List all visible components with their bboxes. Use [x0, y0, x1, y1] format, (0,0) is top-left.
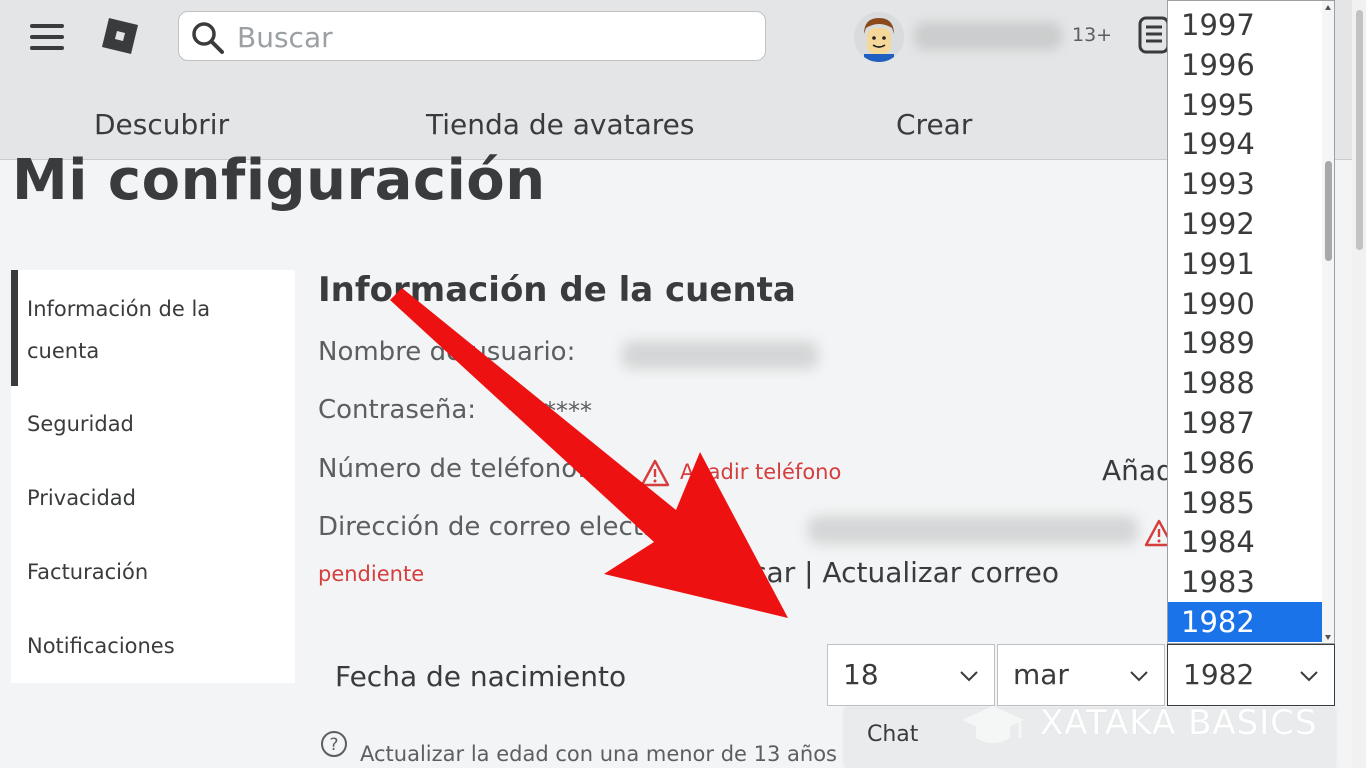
- settings-sidebar: Información de la cuenta Seguridad Priva…: [11, 270, 295, 683]
- section-title: Información de la cuenta: [318, 270, 796, 310]
- sidebar-item-account-info[interactable]: Información de la cuenta: [27, 288, 247, 372]
- year-option-1982[interactable]: 1982: [1168, 602, 1324, 642]
- help-icon[interactable]: ?: [320, 730, 348, 758]
- avatar[interactable]: [854, 12, 904, 62]
- avatar-image: [854, 12, 904, 62]
- search-box[interactable]: [178, 11, 766, 61]
- scroll-up-arrow-icon[interactable]: [1324, 4, 1332, 12]
- chevron-down-icon: [1130, 671, 1148, 682]
- birth-month-select[interactable]: mar: [997, 644, 1165, 706]
- phone-label: Número de teléfono:: [318, 454, 586, 484]
- year-option-1992[interactable]: 1992: [1168, 204, 1324, 244]
- add-phone-link[interactable]: Añadir teléfono: [680, 460, 841, 484]
- sidebar-item-billing[interactable]: Facturación: [27, 551, 148, 593]
- birth-year-select[interactable]: 1982: [1167, 644, 1335, 706]
- graduation-cap-icon: [962, 706, 1024, 743]
- active-indicator: [11, 270, 18, 386]
- password-label: Contraseña:: [318, 395, 477, 425]
- email-label: Dirección de correo electrónico:: [318, 512, 732, 542]
- year-option-1984[interactable]: 1984: [1168, 522, 1324, 562]
- tab-discover[interactable]: Descubrir: [94, 108, 229, 141]
- birth-month-value: mar: [1013, 658, 1069, 691]
- birth-day-select[interactable]: 18: [827, 644, 995, 706]
- warning-icon: [640, 459, 670, 487]
- year-option-1990[interactable]: 1990: [1168, 284, 1324, 324]
- birth-year-value: 1982: [1183, 658, 1255, 691]
- tab-create[interactable]: Crear: [896, 108, 972, 141]
- year-option-1994[interactable]: 1994: [1168, 124, 1324, 164]
- username-blurred: [914, 22, 1062, 50]
- sidebar-item-notifications[interactable]: Notificaciones: [27, 625, 175, 667]
- year-option-1986[interactable]: 1986: [1168, 443, 1324, 483]
- sidebar-item-privacy[interactable]: Privacidad: [27, 477, 136, 519]
- dropdown-scroll-thumb[interactable]: [1325, 161, 1332, 261]
- scroll-down-arrow-icon[interactable]: [1324, 633, 1332, 641]
- year-option-1995[interactable]: 1995: [1168, 85, 1324, 125]
- age-update-help-text: Actualizar la edad con una menor de 13 a…: [360, 742, 838, 766]
- chat-label: Chat: [867, 722, 919, 747]
- year-option-1987[interactable]: 1987: [1168, 403, 1324, 443]
- feed-icon[interactable]: [1138, 14, 1170, 56]
- year-option-1989[interactable]: 1989: [1168, 323, 1324, 363]
- age-badge: 13+: [1072, 24, 1113, 46]
- year-option-1985[interactable]: 1985: [1168, 483, 1324, 523]
- svg-text:?: ?: [329, 735, 338, 755]
- watermark-text: XATAKA BASICS: [1040, 703, 1318, 743]
- sidebar-item-security[interactable]: Seguridad: [27, 403, 134, 445]
- year-option-1993[interactable]: 1993: [1168, 164, 1324, 204]
- year-option-1988[interactable]: 1988: [1168, 363, 1324, 403]
- email-status-pending: pendiente: [318, 562, 425, 586]
- year-dropdown-list[interactable]: 1982 1983 1984 1985 1986 1987 1988 1989 1990 1991…: [1167, 0, 1335, 644]
- menu-icon[interactable]: [26, 20, 68, 54]
- roblox-logo[interactable]: [100, 16, 140, 56]
- birthdate-label: Fecha de nacimiento: [335, 660, 627, 693]
- window-scroll-thumb[interactable]: [1356, 10, 1363, 250]
- page-title: Mi configuración: [12, 148, 546, 213]
- year-option-1983[interactable]: 1983: [1168, 562, 1324, 602]
- tab-avatar-shop[interactable]: Tienda de avatares: [426, 108, 694, 141]
- top-header: 13+ Descubrir Tienda de avatares Crear: [0, 0, 1366, 160]
- window-scrollbar[interactable]: [1352, 0, 1366, 768]
- username-label: Nombre de usuario:: [318, 337, 576, 367]
- year-option-1991[interactable]: 1991: [1168, 244, 1324, 284]
- dropdown-scrollbar[interactable]: [1322, 1, 1334, 643]
- year-option-1997[interactable]: 1997: [1168, 5, 1324, 45]
- search-icon[interactable]: [191, 21, 225, 55]
- chevron-down-icon: [960, 671, 978, 682]
- email-verify-update-links[interactable]: Verificar | Actualizar correo: [680, 556, 1059, 589]
- birth-day-value: 18: [843, 658, 879, 691]
- email-value-blurred: [808, 516, 1138, 544]
- search-input[interactable]: [237, 18, 747, 56]
- username-value-blurred: [622, 341, 818, 369]
- password-value: *******: [508, 397, 592, 425]
- chevron-down-icon: [1300, 671, 1318, 682]
- year-option-1996[interactable]: 1996: [1168, 45, 1324, 85]
